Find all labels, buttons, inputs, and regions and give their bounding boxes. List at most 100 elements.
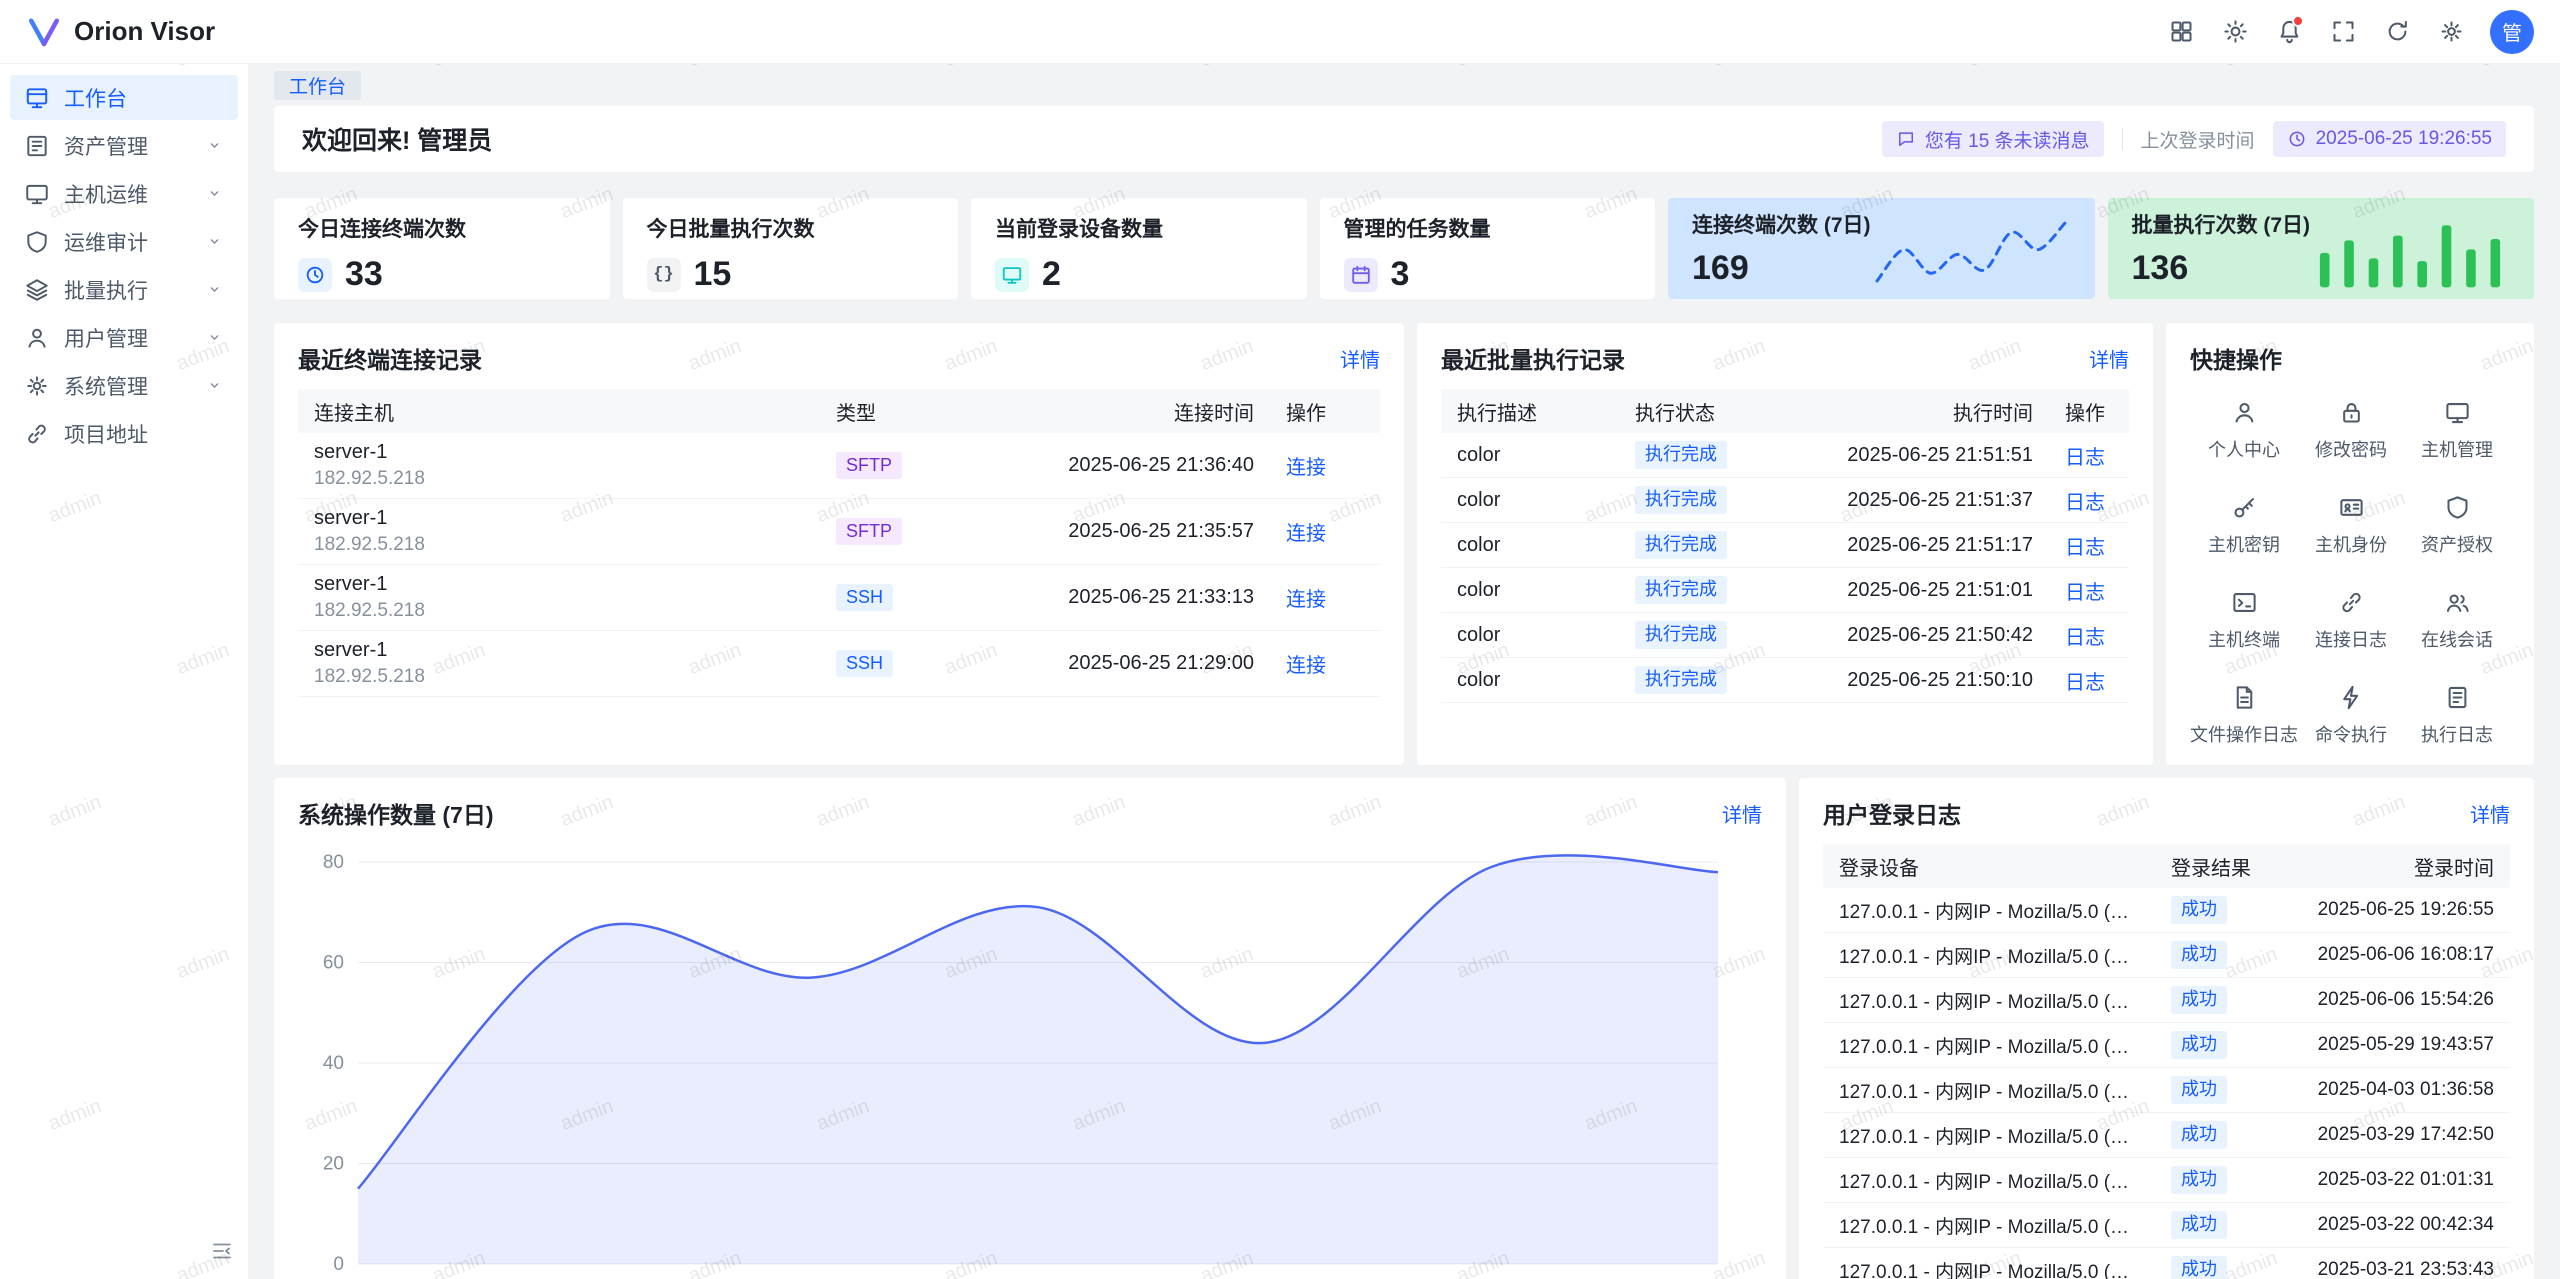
batch-column-header: 操作: [2049, 397, 2129, 426]
quick-action-online-sessions[interactable]: 在线会话: [2404, 589, 2510, 652]
fullscreen-button[interactable]: [2322, 11, 2364, 53]
sidebar-item-batch-execution[interactable]: 批量执行: [10, 267, 238, 312]
log-link[interactable]: 日志: [2065, 492, 2105, 514]
log-link[interactable]: 日志: [2065, 447, 2105, 469]
quick-action-file-operation-logs[interactable]: 文件操作日志: [2190, 684, 2298, 747]
message-icon: [1896, 129, 1916, 149]
batch-execution-row: color 执行完成 2025-06-25 21:50:10 日志: [1441, 658, 2129, 703]
panel-title: 最近批量执行记录: [1441, 341, 1625, 375]
last-login-label: 上次登录时间: [2141, 126, 2255, 153]
terminal-connections-7d-sparkline: [1871, 203, 2071, 295]
login-log-row: 127.0.0.1 - 内网IP - Mozilla/5.0 (Windows …: [1823, 1248, 2510, 1279]
chevron-down-icon: [205, 376, 224, 395]
apps-button[interactable]: [2160, 11, 2202, 53]
execution-time: 2025-06-25 21:51:01: [1779, 579, 2049, 602]
connect-link[interactable]: 连接: [1286, 457, 1326, 479]
login-log-row: 127.0.0.1 - 内网IP - Mozilla/5.0 (Windows …: [1823, 888, 2510, 933]
host-ip: 182.92.5.218: [314, 466, 804, 492]
sidebar-item-host-ops[interactable]: 主机运维: [10, 171, 238, 216]
login-time: 2025-04-03 01:36:58: [2275, 1079, 2510, 1101]
quick-action-label: 命令执行: [2315, 721, 2387, 747]
terminal-detail-link[interactable]: 详情: [1340, 344, 1380, 373]
login-device: 127.0.0.1 - 内网IP - Mozilla/5.0 (Windows …: [1823, 1122, 2155, 1149]
connect-link[interactable]: 连接: [1286, 589, 1326, 611]
calendar-icon: [1344, 258, 1378, 292]
panel-title: 用户登录日志: [1823, 796, 1961, 830]
theme-button[interactable]: [2214, 11, 2256, 53]
quick-actions-panel: 快捷操作 个人中心 修改密码 主机管理 主机密钥 主机身份 资产授权 主机终端 …: [2166, 323, 2534, 765]
terminal-column-header: 类型: [820, 397, 970, 426]
user-icon: [2231, 399, 2258, 426]
execution-status-badge: 执行完成: [1635, 666, 1727, 694]
chevron-down-icon: [205, 328, 224, 347]
execution-description: color: [1441, 624, 1619, 647]
quick-action-host-terminal[interactable]: 主机终端: [2190, 589, 2298, 652]
terminal-connection-row: server-1182.92.5.218 SFTP 2025-06-25 21:…: [298, 433, 1380, 499]
login-result-badge: 成功: [2171, 941, 2227, 969]
system-operations-chart: 0204060802025-06-192025-06-202025-06-212…: [298, 844, 1762, 1279]
monitor-icon: [995, 258, 1029, 292]
login-log-row: 127.0.0.1 - 内网IP - Mozilla/5.0 (Windows …: [1823, 978, 2510, 1023]
sidebar-item-asset-management[interactable]: 资产管理: [10, 123, 238, 168]
host-name: server-1: [314, 637, 804, 664]
log-link[interactable]: 日志: [2065, 582, 2105, 604]
terminal-column-header: 连接主机: [298, 397, 820, 426]
execution-description: color: [1441, 669, 1619, 692]
quick-action-asset-authorization[interactable]: 资产授权: [2404, 494, 2510, 557]
refresh-button[interactable]: [2376, 11, 2418, 53]
quick-action-personal-center[interactable]: 个人中心: [2190, 399, 2298, 462]
sidebar-item-workbench[interactable]: 工作台: [10, 75, 238, 120]
log-link[interactable]: 日志: [2065, 537, 2105, 559]
sidebar-item-label: 批量执行: [64, 275, 148, 305]
app-logo[interactable]: Orion Visor: [26, 14, 215, 50]
login-log-row: 127.0.0.1 - 内网IP - Mozilla/5.0 (Windows …: [1823, 1158, 2510, 1203]
quick-action-host-identity[interactable]: 主机身份: [2298, 494, 2404, 557]
user-avatar[interactable]: 管: [2490, 10, 2534, 54]
sidebar-item-system-management[interactable]: 系统管理: [10, 363, 238, 408]
login-column-header: 登录时间: [2275, 852, 2510, 881]
system-chart-detail-link[interactable]: 详情: [1722, 799, 1762, 828]
tab-workbench[interactable]: 工作台: [274, 71, 361, 100]
execution-time: 2025-06-25 21:51:51: [1779, 444, 2049, 467]
stat-card-today-batch-executions: 今日批量执行次数{}15: [623, 198, 959, 299]
welcome-banner: 欢迎回来! 管理员 您有 15 条未读消息 上次登录时间 2025-06-25 …: [274, 106, 2534, 172]
settings-button[interactable]: [2430, 11, 2472, 53]
quick-action-connection-logs[interactable]: 连接日志: [2298, 589, 2404, 652]
quick-action-command-execution[interactable]: 命令执行: [2298, 684, 2404, 747]
login-log-row: 127.0.0.1 - 内网IP - Mozilla/5.0 (Windows …: [1823, 1113, 2510, 1158]
quick-action-host-management[interactable]: 主机管理: [2404, 399, 2510, 462]
log-link[interactable]: 日志: [2065, 627, 2105, 649]
login-result-badge: 成功: [2171, 986, 2227, 1014]
quick-action-execution-logs[interactable]: 执行日志: [2404, 684, 2510, 747]
topbar-actions: 管: [2160, 10, 2534, 54]
monitor-icon: [2444, 399, 2471, 426]
execution-description: color: [1441, 579, 1619, 602]
execution-status-badge: 执行完成: [1635, 441, 1727, 469]
app-title: Orion Visor: [74, 16, 215, 47]
quick-action-change-password[interactable]: 修改密码: [2298, 399, 2404, 462]
quick-action-label: 主机密钥: [2208, 531, 2280, 557]
sidebar-item-label: 工作台: [64, 83, 127, 113]
connect-link[interactable]: 连接: [1286, 523, 1326, 545]
collapse-sidebar-button[interactable]: [210, 1239, 234, 1269]
chevron-down-icon: [205, 136, 224, 155]
users-icon: [2444, 589, 2471, 616]
unread-messages-badge[interactable]: 您有 15 条未读消息: [1882, 121, 2104, 157]
batch-detail-link[interactable]: 详情: [2089, 344, 2129, 373]
sidebar-item-user-management[interactable]: 用户管理: [10, 315, 238, 360]
notifications-button[interactable]: [2268, 11, 2310, 53]
sidebar-item-ops-audit[interactable]: 运维审计: [10, 219, 238, 264]
sun-icon: [2222, 18, 2249, 45]
quick-action-host-keys[interactable]: 主机密钥: [2190, 494, 2298, 557]
svg-text:0: 0: [333, 1254, 344, 1275]
log-link[interactable]: 日志: [2065, 672, 2105, 694]
login-device: 127.0.0.1 - 内网IP - Mozilla/5.0 (Windows …: [1823, 897, 2155, 924]
sidebar-item-project-link[interactable]: 项目地址: [10, 411, 238, 456]
execution-description: color: [1441, 489, 1619, 512]
sidebar: 工作台资产管理主机运维运维审计批量执行用户管理系统管理项目地址: [0, 64, 248, 1279]
login-detail-link[interactable]: 详情: [2470, 799, 2510, 828]
stat-value: 33: [345, 255, 383, 294]
monitor-icon: [24, 181, 50, 207]
connect-link[interactable]: 连接: [1286, 655, 1326, 677]
login-result-badge: 成功: [2171, 1166, 2227, 1194]
